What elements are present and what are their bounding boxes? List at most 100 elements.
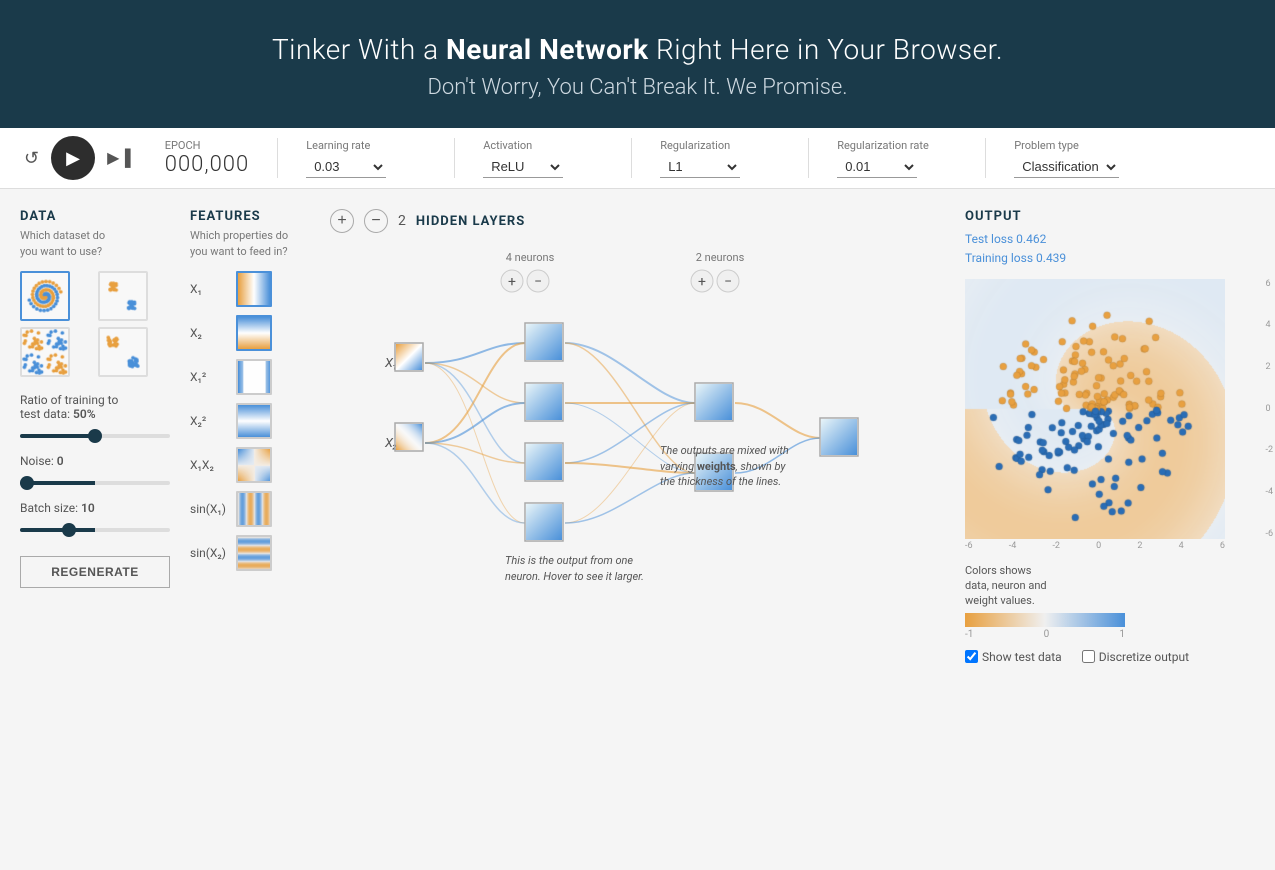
show-data-row: Show test data Discretize output xyxy=(965,650,1255,664)
activation-select[interactable]: ReLUTanhSigmoidLinear xyxy=(483,156,563,178)
color-max: 1 xyxy=(1119,629,1125,640)
feature-sinx2: sin(X₂) xyxy=(190,535,310,571)
remove-layer-button[interactable]: − xyxy=(364,209,388,233)
learning-rate-group: Learning rate 0.000010.00010.0010.003 0.… xyxy=(306,139,426,178)
network-svg: 4 neurons 2 neurons + − + − xyxy=(330,243,910,723)
feature-x2sq: X₂² xyxy=(190,403,310,439)
reset-button[interactable]: ↺ xyxy=(20,144,43,173)
loss-info: Test loss 0.462 Training loss 0.439 xyxy=(965,230,1255,268)
test-loss-value: 0.462 xyxy=(1016,232,1046,246)
features-panel: FEATURES Which properties doyou want to … xyxy=(180,209,320,749)
feature-x1sq: X₁² xyxy=(190,359,310,395)
x-axis: -6-4-20246 xyxy=(965,541,1225,551)
feature-sinx1-label: sin(X₁) xyxy=(190,502,230,516)
network-area: + − 2 HIDDEN LAYERS xyxy=(320,209,955,749)
conn-l2n1-out xyxy=(735,403,820,438)
feature-x1-label: X₁ xyxy=(190,282,230,296)
feature-sinx2-thumb[interactable] xyxy=(236,535,272,571)
layer1-neurons-label: 4 neurons xyxy=(506,251,555,264)
conn-l1n1-l2n1 xyxy=(565,343,695,403)
hidden-layers-header: + − 2 HIDDEN LAYERS xyxy=(330,209,945,233)
toolbar: ↺ ▶ ▶▐ Epoch 000,000 Learning rate 0.000… xyxy=(0,128,1275,189)
dataset-xor[interactable] xyxy=(20,327,70,377)
toolbar-separator5 xyxy=(985,138,986,178)
add-neuron-l1-icon: + xyxy=(508,274,516,290)
toolbar-separator4 xyxy=(808,138,809,178)
epoch-section: Epoch 000,000 xyxy=(165,139,249,177)
output-node-viz xyxy=(821,419,857,455)
play-icon: ▶ xyxy=(66,148,80,169)
feature-x2-thumb[interactable] xyxy=(236,315,272,351)
header-subtitle: Don't Worry, You Can't Break It. We Prom… xyxy=(20,75,1255,100)
noise-value: 0 xyxy=(57,454,64,468)
regularization-label: Regularization xyxy=(660,139,780,152)
discretize-item: Discretize output xyxy=(1082,650,1189,664)
conn-x2-n1 xyxy=(425,343,525,443)
neuron-l1-1-viz xyxy=(526,324,562,360)
train-ratio-label: Ratio of training totest data: 50% xyxy=(20,393,170,421)
neuron-l1-3-viz xyxy=(526,444,562,480)
output-panel: OUTPUT Test loss 0.462 Training loss 0.4… xyxy=(955,209,1255,749)
data-panel-title: DATA xyxy=(20,209,170,224)
color-min: -1 xyxy=(965,629,973,640)
epoch-value: 000,000 xyxy=(165,152,249,177)
conn-x2-n2 xyxy=(425,403,525,443)
problem-type-label: Problem type xyxy=(1014,139,1134,152)
feature-x1x2-label: X₁X₂ xyxy=(190,458,230,472)
header-title-end: Right Here in Your Browser. xyxy=(649,33,1003,66)
features-subtitle: Which properties doyou want to feed in? xyxy=(190,228,310,259)
noise-slider[interactable] xyxy=(20,481,170,485)
layer2-neurons-label: 2 neurons xyxy=(696,251,745,264)
batch-size-slider[interactable] xyxy=(20,528,170,532)
regenerate-button[interactable]: REGENERATE xyxy=(20,556,170,588)
feature-x1x2-thumb[interactable] xyxy=(236,447,272,483)
feature-x1x2: X₁X₂ xyxy=(190,447,310,483)
neuron-l2-1-viz xyxy=(696,384,732,420)
feature-x2sq-label: X₂² xyxy=(190,414,230,428)
noise-label: Noise: 0 xyxy=(20,454,170,468)
features-title: FEATURES xyxy=(190,209,310,224)
output-viz-container: 6420-2-4-6 xyxy=(965,279,1255,539)
problem-type-select-wrap: ClassificationRegression xyxy=(1014,156,1134,178)
color-bar-row xyxy=(965,613,1255,627)
feature-x1: X₁ xyxy=(190,271,310,307)
remove-neuron-l1-icon: − xyxy=(534,274,542,290)
dataset-cluster[interactable] xyxy=(98,271,148,321)
reg-rate-label: Regularization rate xyxy=(837,139,957,152)
problem-type-group: Problem type ClassificationRegression xyxy=(1014,139,1134,178)
discretize-checkbox[interactable] xyxy=(1082,650,1095,663)
feature-x1-thumb[interactable] xyxy=(236,271,272,307)
reg-rate-select[interactable]: 00.0010.0030.01 0.030.10.31 310 xyxy=(837,156,917,178)
train-loss-label: Training loss xyxy=(965,251,1033,265)
add-layer-button[interactable]: + xyxy=(330,209,354,233)
dataset-gauss[interactable] xyxy=(98,327,148,377)
regularization-select-wrap: NoneL1L2 xyxy=(660,156,780,178)
regularization-select[interactable]: NoneL1L2 xyxy=(660,156,740,178)
playback-controls: ↺ ▶ ▶▐ xyxy=(20,136,135,180)
hidden-layer-count: 2 xyxy=(398,213,406,229)
input-x2-viz xyxy=(396,424,422,450)
batch-size-value: 10 xyxy=(81,501,95,515)
feature-x2sq-thumb[interactable] xyxy=(236,403,272,439)
show-test-data-label: Show test data xyxy=(982,650,1062,664)
header-title-bold: Neural Network xyxy=(446,33,649,66)
learning-rate-select[interactable]: 0.000010.00010.0010.003 0.010.030.10.3 1… xyxy=(306,156,386,178)
show-test-data-checkbox[interactable] xyxy=(965,650,978,663)
learning-rate-select-wrap: 0.000010.00010.0010.003 0.010.030.10.3 1… xyxy=(306,156,426,178)
activation-label: Activation xyxy=(483,139,603,152)
dataset-spiral[interactable] xyxy=(20,271,70,321)
feature-x1sq-thumb[interactable] xyxy=(236,359,272,395)
feature-sinx1-thumb[interactable] xyxy=(236,491,272,527)
train-ratio-slider[interactable] xyxy=(20,434,170,438)
train-ratio-value: 50% xyxy=(73,407,96,421)
play-button[interactable]: ▶ xyxy=(51,136,95,180)
noise-section: Noise: 0 xyxy=(20,454,170,489)
step-button[interactable]: ▶▐ xyxy=(103,144,135,172)
epoch-label: Epoch xyxy=(165,139,249,152)
feature-x2: X₂ xyxy=(190,315,310,351)
train-ratio-section: Ratio of training totest data: 50% xyxy=(20,393,170,442)
problem-type-select[interactable]: ClassificationRegression xyxy=(1014,156,1119,178)
batch-size-label: Batch size: 10 xyxy=(20,501,170,515)
train-loss-value: 0.439 xyxy=(1036,251,1066,265)
data-panel-subtitle: Which dataset doyou want to use? xyxy=(20,228,170,259)
